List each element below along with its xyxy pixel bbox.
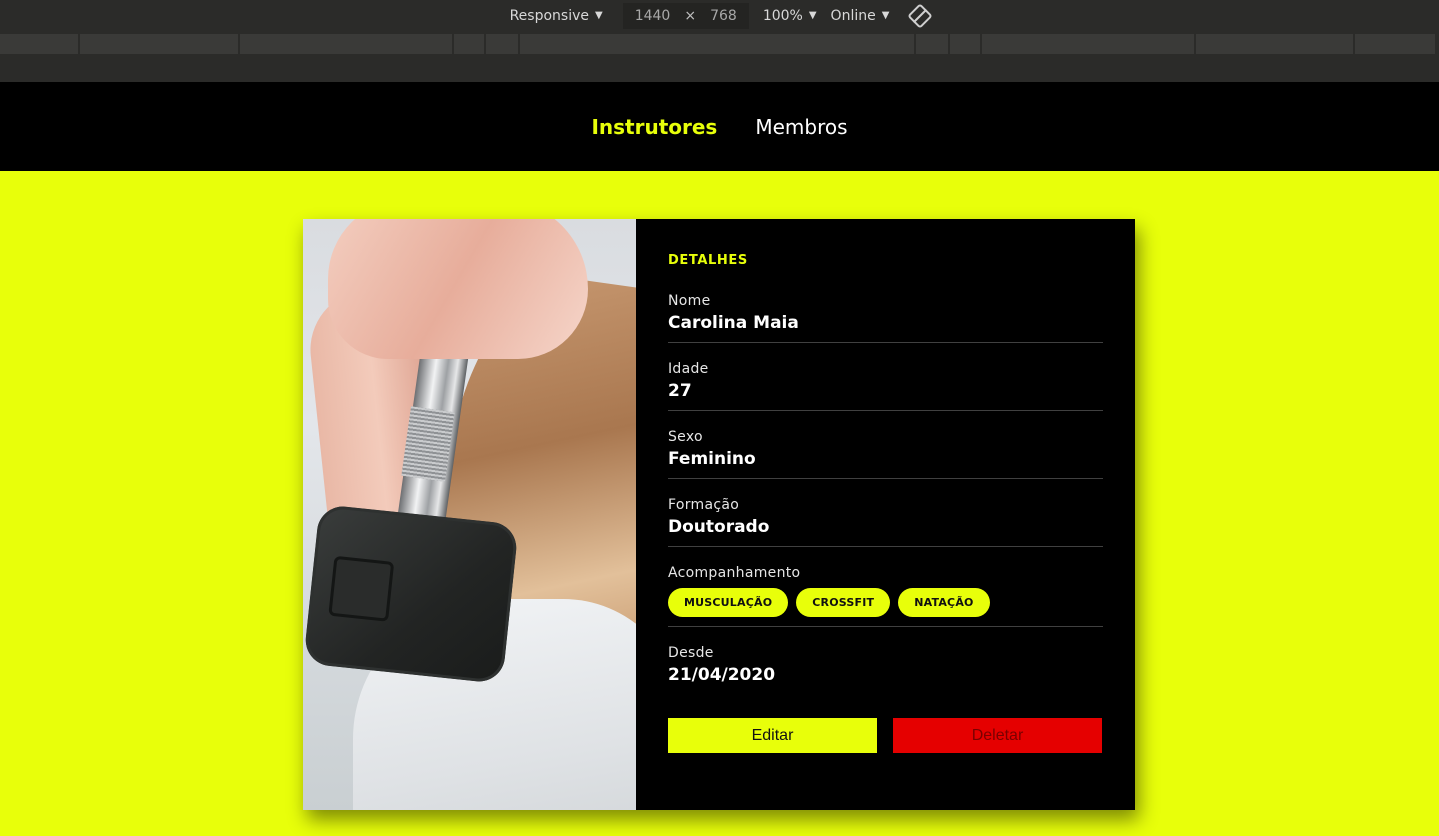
delete-button[interactable]: Deletar <box>893 718 1102 753</box>
field-value: 27 <box>668 381 692 401</box>
media-query-ruler <box>0 34 1439 54</box>
service-pill: CROSSFIT <box>796 588 891 617</box>
device-label: Responsive <box>509 7 589 24</box>
field-value: Doutorado <box>668 517 770 537</box>
zoom-label: 100% <box>762 7 803 24</box>
devtools-device-bar: Responsive ▼ 1440 × 768 100% ▼ Online ▼ <box>0 0 1439 31</box>
field-idade: Idade 27 <box>668 361 1103 411</box>
devtools-toolbar: Responsive ▼ 1440 × 768 100% ▼ Online ▼ <box>0 0 1439 82</box>
nav-link-instrutores[interactable]: Instrutores <box>591 115 717 139</box>
field-formacao: Formação Doutorado <box>668 497 1103 547</box>
field-nome: Nome Carolina Maia <box>668 293 1103 343</box>
chevron-down-icon: ▼ <box>595 10 603 21</box>
field-value: Feminino <box>668 449 756 469</box>
field-label: Nome <box>668 293 711 309</box>
instructor-photo <box>303 219 636 810</box>
service-pill: MUSCULAÇÃO <box>668 588 789 617</box>
field-label: Acompanhamento <box>668 565 801 581</box>
network-select[interactable]: Online ▼ <box>831 8 890 24</box>
field-desde: Desde 21/04/2020 <box>668 645 1103 694</box>
chevron-down-icon: ▼ <box>881 10 890 21</box>
field-label: Formação <box>668 497 740 513</box>
field-value: 21/04/2020 <box>668 665 776 685</box>
card-actions: Editar Deletar <box>668 718 1103 753</box>
details-title: DETALHES <box>668 253 748 268</box>
site-header: Instrutores Membros <box>0 82 1439 171</box>
field-value: Carolina Maia <box>668 313 799 333</box>
service-pill: NATAÇÃO <box>898 588 990 617</box>
edit-button[interactable]: Editar <box>668 718 877 753</box>
field-label: Sexo <box>668 429 703 445</box>
services-list: MUSCULAÇÃO CROSSFIT NATAÇÃO <box>668 588 1103 617</box>
height-input[interactable]: 768 <box>698 8 749 24</box>
dimensions-inputs: 1440 × 768 <box>622 2 749 29</box>
zoom-select[interactable]: 100% ▼ <box>763 8 817 24</box>
details-panel: DETALHES Nome Carolina Maia Idade 27 Sex… <box>636 219 1135 810</box>
device-select[interactable]: Responsive ▼ <box>510 8 603 24</box>
field-sexo: Sexo Feminino <box>668 429 1103 479</box>
network-label: Online <box>830 7 876 24</box>
chevron-down-icon: ▼ <box>808 10 817 21</box>
field-label: Idade <box>668 361 709 377</box>
width-input[interactable]: 1440 <box>623 8 683 24</box>
times-icon: × <box>684 7 697 24</box>
field-label: Desde <box>668 645 714 661</box>
nav-link-membros[interactable]: Membros <box>755 115 847 139</box>
rotate-icon[interactable] <box>907 2 934 29</box>
field-acompanhamento: Acompanhamento MUSCULAÇÃO CROSSFIT NATAÇ… <box>668 565 1103 627</box>
instructor-card: DETALHES Nome Carolina Maia Idade 27 Sex… <box>303 219 1135 810</box>
